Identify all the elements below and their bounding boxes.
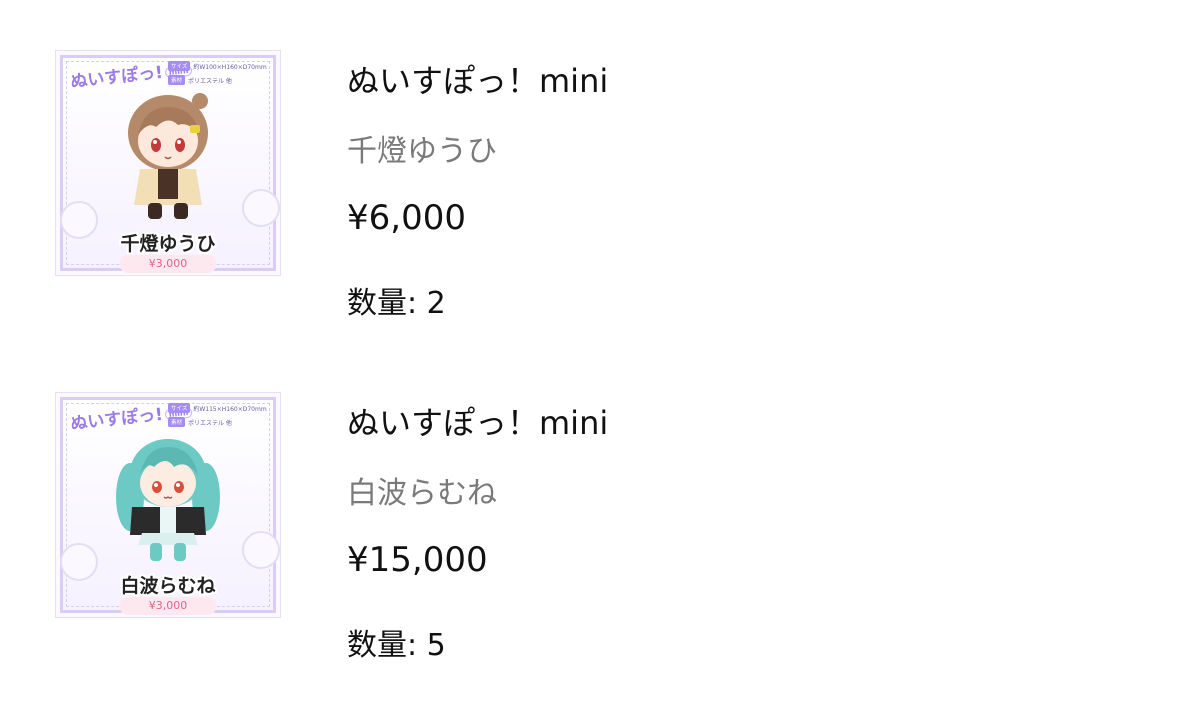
plush-figure-image [128,93,208,219]
quantity-value: 5 [426,628,446,663]
size-tag: サイズ [168,61,191,71]
product-price: ¥15,000 [347,540,488,580]
flower-decoration-icon [242,189,280,227]
material-tag: 素材 [168,417,186,427]
product-title[interactable]: ぬいすぽっ！mini [347,398,608,444]
material-value: ポリエステル 他 [188,419,232,427]
size-value: 約W100×H160×D70mm [193,63,267,71]
size-tag: サイズ [168,403,191,413]
quantity-value: 2 [426,286,446,321]
material-value: ポリエステル 他 [188,77,232,85]
quantity-label: 数量: [347,628,418,663]
size-value: 約W115×H160×D70mm [193,405,267,413]
product-thumbnail[interactable]: ぬいすぽっ! mini サイズ 約W115×H160×D70mm 素材 ポリエステル … [55,392,281,618]
product-variant: 千燈ゆうひ [347,134,497,169]
thumbnail-character-name: 白波らむね [120,575,216,597]
product-price: ¥6,000 [347,198,466,238]
thumbnail-unit-price: ¥3,000 [120,597,216,615]
thumbnail-character-name: 千燈ゆうひ [120,233,216,255]
plush-figure-image [116,439,220,561]
product-variant: 白波らむね [347,476,497,511]
product-thumbnail[interactable]: ぬいすぽっ! mini サイズ 約W100×H160×D70mm 素材 ポリエステル … [55,50,281,276]
thumbnail-unit-price: ¥3,000 [120,255,216,273]
quantity-label: 数量: [347,286,418,321]
material-tag: 素材 [168,75,186,85]
product-quantity: 数量: 5 [347,620,446,664]
cart-item: ぬいすぽっ! mini サイズ 約W100×H160×D70mm 素材 ポリエステル … [0,30,1200,330]
product-quantity: 数量: 2 [347,278,446,322]
cart-item: ぬいすぽっ! mini サイズ 約W115×H160×D70mm 素材 ポリエステル … [0,372,1200,672]
flower-decoration-icon [242,531,280,569]
product-title[interactable]: ぬいすぽっ！mini [347,56,608,102]
